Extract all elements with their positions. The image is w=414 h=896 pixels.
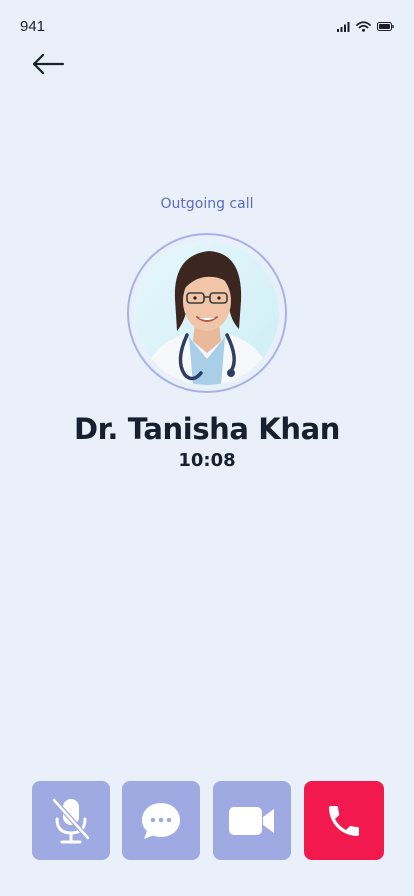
signal-icon xyxy=(337,21,350,32)
mute-button[interactable] xyxy=(32,781,110,860)
avatar-ring xyxy=(127,233,287,393)
call-controls xyxy=(32,781,384,860)
status-icons xyxy=(337,21,394,32)
back-button[interactable] xyxy=(28,50,68,82)
video-camera-icon xyxy=(227,804,277,838)
chat-button[interactable] xyxy=(122,781,200,860)
video-button[interactable] xyxy=(213,781,291,860)
battery-icon xyxy=(377,22,394,31)
end-call-button[interactable] xyxy=(304,781,384,860)
call-screen: 941 Outgoing call Dr. Tanisha Khan 10:08 xyxy=(0,0,414,896)
phone-icon xyxy=(324,801,364,841)
avatar xyxy=(135,241,279,385)
chat-bubble-icon xyxy=(140,801,182,841)
back-arrow-icon xyxy=(31,53,65,79)
mic-off-icon xyxy=(51,797,91,845)
status-time: 941 xyxy=(20,18,46,35)
wifi-icon xyxy=(356,21,371,32)
contact-name: Dr. Tanisha Khan xyxy=(73,412,341,446)
call-status: Outgoing call xyxy=(160,196,254,212)
call-timer: 10:08 xyxy=(178,450,236,471)
